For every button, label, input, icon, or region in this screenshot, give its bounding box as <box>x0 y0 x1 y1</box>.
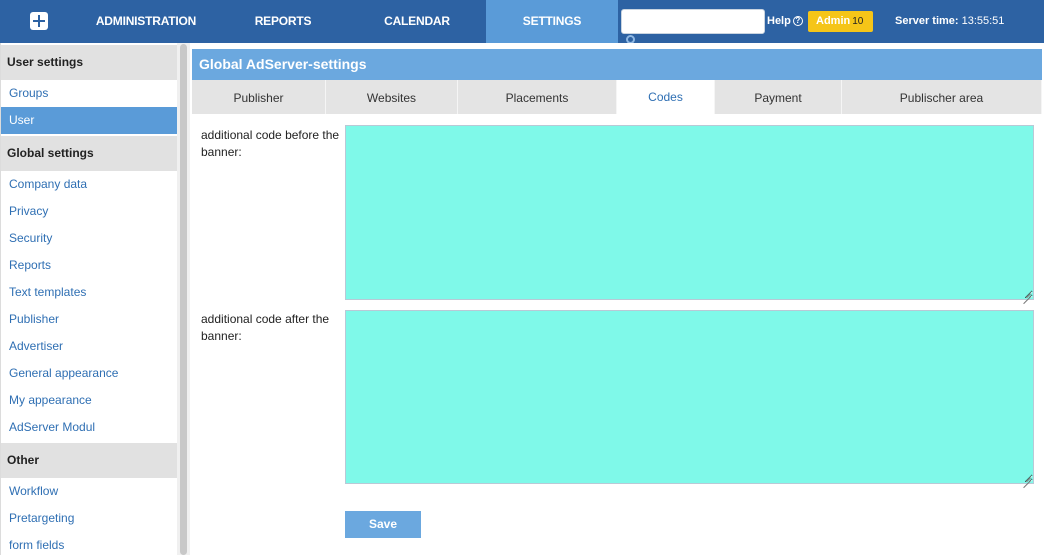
tab-placements[interactable]: Placements <box>458 80 617 114</box>
server-time-label: Server time: <box>895 15 959 27</box>
question-circle-icon: ? <box>792 16 803 27</box>
sidebar-item-publisher[interactable]: Publisher <box>1 306 177 333</box>
server-time: Server time: 13:55:51 <box>895 0 1004 43</box>
resize-grip-icon[interactable] <box>1022 288 1032 298</box>
sidebar-item-adserver-modul[interactable]: AdServer Modul <box>1 414 177 441</box>
save-button[interactable]: Save <box>345 511 421 538</box>
admin-label: Admin <box>816 15 851 27</box>
settings-tabs: Publisher Websites Placements Codes Paym… <box>192 80 1042 114</box>
sidebar-item-reports[interactable]: Reports <box>1 252 177 279</box>
search-input[interactable] <box>621 9 765 34</box>
sidebar-item-general-appearance[interactable]: General appearance <box>1 360 177 387</box>
sidebar-item-user[interactable]: User <box>1 107 177 134</box>
nav-calendar[interactable]: CALENDAR <box>367 0 467 43</box>
sidebar-scrollbar-thumb[interactable] <box>180 44 187 555</box>
sidebar-item-my-appearance[interactable]: My appearance <box>1 387 177 414</box>
plus-icon[interactable] <box>30 12 48 30</box>
page-title: Global AdServer-settings <box>192 49 1042 80</box>
nav-administration[interactable]: ADMINISTRATION <box>85 0 207 43</box>
tab-publischer-area[interactable]: Publischer area <box>842 80 1042 114</box>
tab-codes[interactable]: Codes <box>617 80 715 114</box>
admin-count: 10 <box>852 16 864 27</box>
admin-badge[interactable]: Admin 10 <box>808 11 873 32</box>
field-label-code-before: additional code before the banner: <box>201 128 340 159</box>
help-link[interactable]: Help? <box>767 0 803 43</box>
tab-websites[interactable]: Websites <box>326 80 458 114</box>
sidebar-item-advertiser[interactable]: Advertiser <box>1 333 177 360</box>
top-navigation-bar: ADMINISTRATION REPORTS CALENDAR SETTINGS… <box>0 0 1044 43</box>
sidebar-item-workflow[interactable]: Workflow <box>1 478 177 505</box>
nav-reports[interactable]: REPORTS <box>233 0 333 43</box>
sidebar-item-pretargeting[interactable]: Pretargeting <box>1 505 177 532</box>
sidebar-section-user-settings: User settings <box>1 45 177 80</box>
sidebar-item-company-data[interactable]: Company data <box>1 171 177 198</box>
tab-publisher[interactable]: Publisher <box>192 80 326 114</box>
main-content: Global AdServer-settings Publisher Websi… <box>190 43 1044 555</box>
tab-payment[interactable]: Payment <box>715 80 842 114</box>
sidebar: User settings Groups User Global setting… <box>0 43 177 555</box>
sidebar-item-form-fields[interactable]: form fields <box>1 532 177 555</box>
sidebar-item-text-templates[interactable]: Text templates <box>1 279 177 306</box>
sidebar-item-security[interactable]: Security <box>1 225 177 252</box>
nav-settings[interactable]: SETTINGS <box>486 0 618 43</box>
code-after-banner-textarea[interactable] <box>345 310 1034 484</box>
help-label: Help <box>767 15 791 27</box>
field-label-code-after: additional code after the banner: <box>201 312 330 343</box>
resize-grip-icon[interactable] <box>1022 472 1032 482</box>
code-before-banner-textarea[interactable] <box>345 125 1034 300</box>
sidebar-section-global-settings: Global settings <box>1 136 177 171</box>
server-time-value: 13:55:51 <box>961 15 1005 27</box>
sidebar-section-other: Other <box>1 443 177 478</box>
sidebar-item-privacy[interactable]: Privacy <box>1 198 177 225</box>
sidebar-item-groups[interactable]: Groups <box>1 80 177 107</box>
